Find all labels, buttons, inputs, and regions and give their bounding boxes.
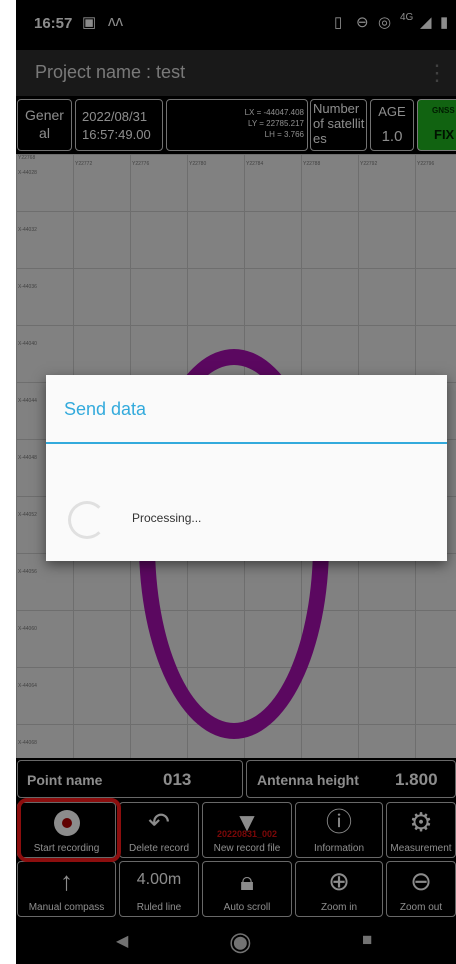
mode-label: General	[25, 107, 64, 141]
app-notification-icon: ᴧᴧ	[108, 13, 123, 30]
undo-icon: ↶	[148, 807, 170, 837]
satellites-box: Number of satellites	[310, 99, 367, 151]
status-time: 16:57	[34, 15, 73, 32]
information-label: Information	[313, 843, 365, 854]
map-y-label: X-44060	[18, 626, 37, 632]
zoom-in-icon: ⊕	[328, 866, 350, 896]
map-y-label: X-44052	[18, 512, 37, 518]
antenna-height-label: Antenna height	[257, 772, 359, 788]
new-record-file-button[interactable]: ▼ 20220831_002 New record file	[202, 802, 292, 858]
map-y-label: X-44040	[18, 341, 37, 347]
zoom-out-icon: ⊖	[410, 866, 432, 896]
antenna-height-value: 1.800	[395, 770, 438, 789]
zoom-out-label: Zoom out	[399, 902, 443, 913]
point-name-value: 013	[163, 770, 192, 789]
map-y-label: X-44048	[18, 455, 37, 461]
status-bar: 16:57 ▣ ᴧᴧ ▯ ⊖ ◎ 4G ◢ ▮	[16, 0, 456, 50]
info-row: General 2022/08/31 16:57:49.00 LX = -440…	[16, 96, 456, 154]
age-box: AGE 1.0	[370, 99, 414, 151]
gnss-label: GNSS	[432, 106, 455, 115]
delete-record-label: Delete record	[128, 843, 190, 854]
antenna-height-box[interactable]: Antenna height 1.800	[246, 760, 456, 798]
progress-spinner-icon	[68, 501, 106, 539]
lock-icon: 🔒︎	[240, 866, 254, 896]
hotspot-icon: ◎	[378, 14, 392, 31]
ly-value: LY = 22785.217	[248, 119, 304, 128]
delete-record-button[interactable]: ↶ Delete record	[119, 802, 199, 858]
manual-compass-label: Manual compass	[28, 902, 105, 913]
map-x-label: Y22772	[75, 161, 93, 167]
datetime-box: 2022/08/31 16:57:49.00	[75, 99, 163, 151]
record-file-name: 20220831_002	[216, 829, 278, 839]
info-icon: ⓘ	[325, 807, 352, 837]
battery-icon: ▮	[440, 14, 449, 31]
zoom-in-button[interactable]: ⊕ Zoom in	[295, 861, 383, 917]
measurement-button[interactable]: ⚙ Measurement	[386, 802, 456, 858]
ruled-line-button[interactable]: 4.00m Ruled line	[119, 861, 199, 917]
map-x-label: Y22796	[417, 161, 435, 167]
point-info-row: Point name 013 Antenna height 1.800	[16, 759, 456, 799]
gear-icon: ⚙	[409, 807, 433, 837]
do-not-disturb-icon: ⊖	[356, 14, 369, 31]
navigation-bar: ◀ ◉ ■	[16, 920, 456, 964]
date-value: 2022/08/31	[82, 109, 148, 124]
map-x-label: Y22776	[132, 161, 150, 167]
zoom-out-button[interactable]: ⊖ Zoom out	[386, 861, 456, 917]
map-y-label: X-44032	[18, 227, 37, 233]
gnss-fix-value: FIX	[434, 127, 455, 142]
recents-icon[interactable]: ■	[362, 930, 372, 950]
start-recording-highlight	[17, 798, 121, 862]
point-name-label: Point name	[27, 772, 103, 788]
back-icon[interactable]: ◀	[116, 931, 128, 951]
auto-scroll-label: Auto scroll	[223, 902, 271, 913]
ruled-line-value: 4.00m	[136, 871, 182, 888]
map-y-label: X-44036	[18, 284, 37, 290]
map-y-label: X-44064	[18, 683, 37, 689]
map-y-label: X-44056	[18, 569, 37, 575]
app-title-bar: Project name : test ⋮	[16, 50, 456, 96]
new-record-file-label: New record file	[213, 843, 281, 854]
age-value: 1.0	[381, 128, 403, 145]
point-name-box[interactable]: Point name 013	[17, 760, 243, 798]
map-x-label: Y22780	[189, 161, 207, 167]
time-value: 16:57:49.00	[82, 127, 151, 142]
network-type-label: 4G	[400, 12, 414, 23]
information-button[interactable]: ⓘ Information	[295, 802, 383, 858]
map-x-label: Y22784	[246, 161, 264, 167]
map-x-label: Y22768	[18, 155, 36, 161]
map-x-label: Y22788	[303, 161, 321, 167]
send-data-dialog: Send data Processing...	[46, 375, 447, 561]
arrow-up-icon: ↑	[60, 866, 73, 896]
ruled-line-label: Ruled line	[136, 902, 182, 913]
coordinates-box: LX = -44047.408 LY = 22785.217 LH = 3.76…	[166, 99, 308, 151]
auto-scroll-button[interactable]: 🔒︎ Auto scroll	[202, 861, 292, 917]
manual-compass-button[interactable]: ↑ Manual compass	[17, 861, 116, 917]
signal-icon: ◢	[420, 14, 432, 31]
dialog-title: Send data	[64, 399, 147, 419]
image-icon: ▣	[82, 14, 97, 31]
measurement-label: Measurement	[390, 843, 452, 854]
dialog-message: Processing...	[132, 511, 202, 525]
phone-screen: 16:57 ▣ ᴧᴧ ▯ ⊖ ◎ 4G ◢ ▮ Project name : t…	[16, 0, 456, 964]
dialog-divider	[46, 442, 447, 444]
map-x-label: Y22792	[360, 161, 378, 167]
age-label: AGE	[378, 104, 406, 119]
home-icon[interactable]: ◉	[229, 926, 252, 957]
satellites-label: Number of satellites	[313, 101, 365, 146]
gnss-status-box: GNSS FIX	[417, 99, 456, 151]
map-y-label: X-44044	[18, 398, 37, 404]
lx-value: LX = -44047.408	[244, 108, 304, 117]
vibrate-icon: ▯	[334, 14, 343, 31]
page-title: Project name : test	[35, 62, 186, 82]
zoom-in-label: Zoom in	[320, 902, 358, 913]
overflow-menu-icon[interactable]: ⋮	[426, 60, 448, 86]
map-y-label: X-44028	[18, 170, 37, 176]
lh-value: LH = 3.766	[264, 130, 304, 139]
mode-box[interactable]: General	[17, 99, 72, 151]
map-y-label: X-44068	[18, 740, 37, 746]
